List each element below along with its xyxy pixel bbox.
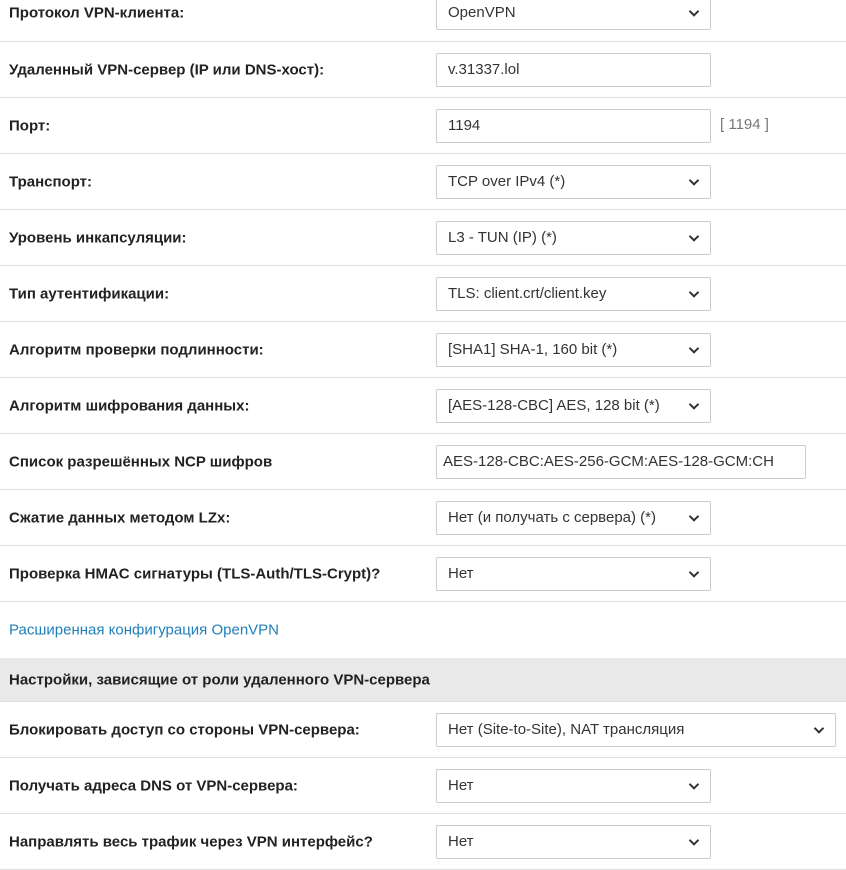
chevron-down-icon [813,726,825,734]
row-transport: Транспорт: TCP over IPv4 (*) [0,154,846,210]
ncp-ciphers-input[interactable]: AES-128-CBC:AES-256-GCM:AES-128-GCM:CH [436,444,806,479]
pull-dns-select[interactable]: Нет [436,768,711,803]
auth-type-label: Тип аутентификации: [9,285,170,302]
advanced-openvpn-config-link[interactable]: Расширенная конфигурация OpenVPN [9,622,279,639]
chevron-down-icon [688,402,700,410]
vpn-protocol-label: Протокол VPN-клиента: [9,4,185,21]
row-hmac: Проверка HMAC сигнатуры (TLS-Auth/TLS-Cr… [0,546,846,602]
auth-type-select[interactable]: TLS: client.crt/client.key [436,276,711,311]
row-remote-server: Удаленный VPN-сервер (IP или DNS-хост): … [0,42,846,98]
chevron-down-icon [688,346,700,354]
transport-select[interactable]: TCP over IPv4 (*) [436,164,711,199]
auth-digest-value: [SHA1] SHA-1, 160 bit (*) [448,340,618,358]
auth-digest-label: Алгоритм проверки подлинности: [9,341,264,358]
row-encapsulation: Уровень инкапсуляции: L3 - TUN (IP) (*) [0,210,846,266]
port-default-hint: [ 1194 ] [720,115,769,133]
hmac-select[interactable]: Нет [436,556,711,591]
chevron-down-icon [688,570,700,578]
row-ncp-ciphers: Список разрешённых NCP шифров AES-128-CB… [0,434,846,490]
row-compression: Сжатие данных методом LZx: Нет (и получа… [0,490,846,546]
chevron-down-icon [688,838,700,846]
vpn-protocol-select[interactable]: OpenVPN [436,0,711,30]
chevron-down-icon [688,514,700,522]
row-auth-type: Тип аутентификации: TLS: client.crt/clie… [0,266,846,322]
pull-dns-label: Получать адреса DNS от VPN-сервера: [9,777,298,794]
block-access-select[interactable]: Нет (Site-to-Site), NAT трансляция [436,712,836,747]
encapsulation-select[interactable]: L3 - TUN (IP) (*) [436,220,711,255]
row-port: Порт: 1194 [ 1194 ] [0,98,846,154]
row-advanced-link: Расширенная конфигурация OpenVPN [0,602,846,658]
encapsulation-label: Уровень инкапсуляции: [9,229,187,246]
remote-server-label: Удаленный VPN-сервер (IP или DNS-хост): [9,61,325,78]
transport-value: TCP over IPv4 (*) [448,172,566,190]
hmac-label: Проверка HMAC сигнатуры (TLS-Auth/TLS-Cr… [9,565,381,582]
chevron-down-icon [688,290,700,298]
redirect-gateway-select[interactable]: Нет [436,824,711,859]
block-access-label: Блокировать доступ со стороны VPN-сервер… [9,721,360,738]
role-settings-header: Настройки, зависящие от роли удаленного … [0,658,846,702]
row-block-access: Блокировать доступ со стороны VPN-сервер… [0,702,846,758]
cipher-select[interactable]: [AES-128-CBC] AES, 128 bit (*) [436,388,711,423]
transport-label: Транспорт: [9,173,93,190]
role-settings-title: Настройки, зависящие от роли удаленного … [9,671,430,688]
chevron-down-icon [688,9,700,17]
vpn-protocol-value: OpenVPN [448,3,516,21]
redirect-gateway-label: Направлять весь трафик через VPN интерфе… [9,833,373,850]
redirect-gateway-value: Нет [448,832,474,850]
compression-value: Нет (и получать с сервера) (*) [448,508,656,526]
vpn-client-settings-page: Протокол VPN-клиента: OpenVPN Удаленный … [0,0,846,870]
row-redirect-gateway: Направлять весь трафик через VPN интерфе… [0,814,846,870]
hmac-value: Нет [448,564,474,582]
row-pull-dns: Получать адреса DNS от VPN-сервера: Нет [0,758,846,814]
auth-type-value: TLS: client.crt/client.key [448,284,607,302]
port-input[interactable]: 1194 [436,108,711,143]
ncp-ciphers-value: AES-128-CBC:AES-256-GCM:AES-128-GCM:CH [443,452,774,470]
block-access-value: Нет (Site-to-Site), NAT трансляция [448,720,685,738]
port-label: Порт: [9,117,51,134]
encapsulation-value: L3 - TUN (IP) (*) [448,228,557,246]
port-value: 1194 [448,116,481,134]
auth-digest-select[interactable]: [SHA1] SHA-1, 160 bit (*) [436,332,711,367]
chevron-down-icon [688,782,700,790]
cipher-label: Алгоритм шифрования данных: [9,397,250,414]
ncp-ciphers-label: Список разрешённых NCP шифров [9,453,273,470]
pull-dns-value: Нет [448,776,474,794]
chevron-down-icon [688,234,700,242]
compression-select[interactable]: Нет (и получать с сервера) (*) [436,500,711,535]
chevron-down-icon [688,178,700,186]
remote-server-input[interactable]: v.31337.lol [436,52,711,87]
cipher-value: [AES-128-CBC] AES, 128 bit (*) [448,396,660,414]
compression-label: Сжатие данных методом LZx: [9,509,231,526]
row-vpn-protocol: Протокол VPN-клиента: OpenVPN [0,0,846,42]
remote-server-value: v.31337.lol [448,60,520,78]
row-cipher: Алгоритм шифрования данных: [AES-128-CBC… [0,378,846,434]
row-auth-digest: Алгоритм проверки подлинности: [SHA1] SH… [0,322,846,378]
